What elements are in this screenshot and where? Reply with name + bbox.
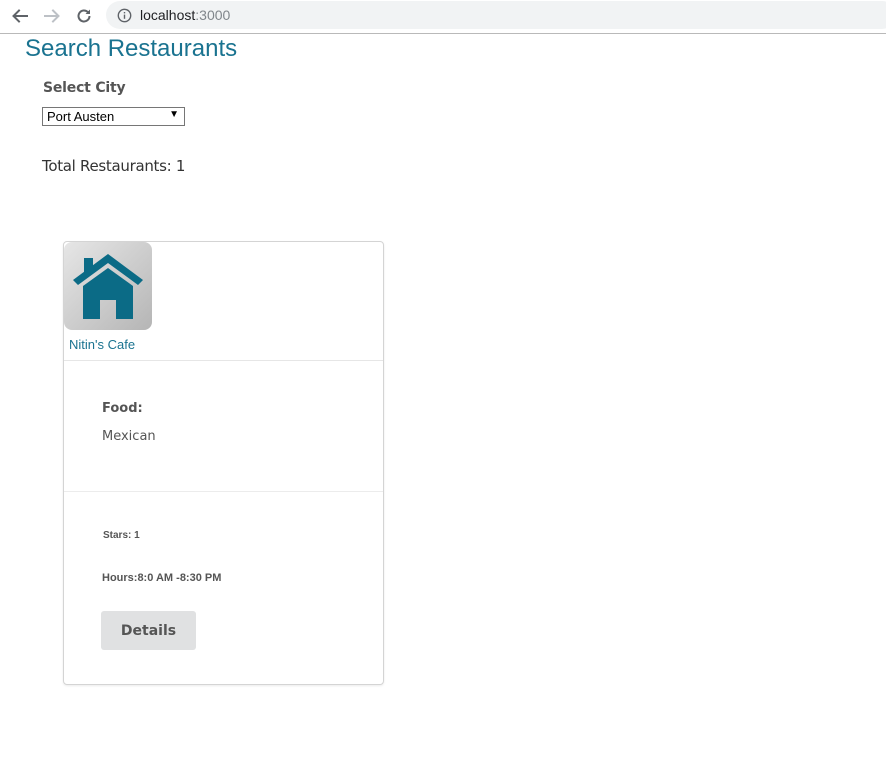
- back-arrow-icon: [12, 9, 28, 23]
- forward-button[interactable]: [41, 5, 63, 27]
- page-title: Search Restaurants: [25, 35, 238, 62]
- details-button[interactable]: Details: [101, 611, 196, 650]
- house-icon: [73, 254, 143, 319]
- url-text: localhost:3000: [140, 7, 230, 23]
- info-icon: [117, 8, 132, 23]
- city-select-value: Port Austen: [47, 109, 115, 124]
- address-bar[interactable]: localhost:3000: [106, 1, 886, 29]
- hours-text: Hours:8:0 AM -8:30 PM: [102, 572, 222, 584]
- url-port: :3000: [195, 7, 231, 23]
- food-value: Mexican: [102, 429, 156, 444]
- card-header: Nitin's Cafe: [64, 242, 383, 361]
- forward-arrow-icon: [44, 9, 60, 23]
- reload-button[interactable]: [73, 5, 95, 27]
- restaurant-name-link[interactable]: Nitin's Cafe: [69, 337, 135, 352]
- total-restaurants: Total Restaurants: 1: [42, 157, 186, 175]
- url-host: localhost: [140, 7, 196, 23]
- restaurant-card: Nitin's Cafe Food: Mexican Stars: 1 Hour…: [63, 241, 384, 685]
- browser-toolbar: localhost:3000: [0, 0, 886, 34]
- stars-text: Stars: 1: [103, 530, 140, 541]
- select-city-label: Select City: [43, 80, 126, 96]
- reload-icon: [77, 9, 91, 23]
- food-label: Food:: [102, 401, 143, 416]
- city-select[interactable]: Port Austen ▼: [42, 107, 185, 126]
- food-section: Food: Mexican: [64, 361, 383, 492]
- back-button[interactable]: [9, 5, 31, 27]
- restaurant-thumbnail: [64, 242, 152, 330]
- dropdown-arrow-icon: ▼: [169, 109, 179, 120]
